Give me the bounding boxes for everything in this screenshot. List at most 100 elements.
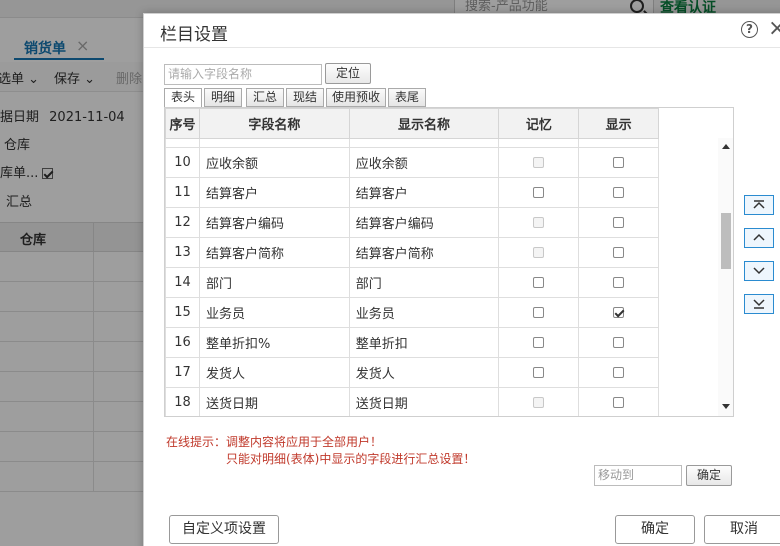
table-row[interactable]: 11 结算客户 结算客户 [165,177,733,208]
locate-button[interactable]: 定位 [325,63,371,84]
field-name-cell: 结算客户简称 [198,237,350,268]
show-checkbox[interactable] [613,217,625,228]
show-checkbox[interactable] [613,277,625,288]
memory-checkbox [533,157,545,168]
show-cell [578,147,660,178]
field-name-cell: 整单折扣% [198,327,350,358]
row-number: 14 [165,267,200,298]
table-row[interactable]: 14 部门 部门 [165,267,733,298]
field-name-cell: 部门 [198,267,350,298]
memory-cell [498,177,580,208]
show-cell [578,297,660,328]
move-to-confirm-button[interactable]: 确定 [686,465,732,486]
memory-checkbox [533,397,545,408]
move-down-button[interactable] [744,261,774,281]
tab-prepaid[interactable]: 使用预收 [326,88,386,107]
memory-checkbox[interactable] [533,367,545,378]
table-scrollbar[interactable] [718,138,733,416]
show-cell [578,387,660,416]
memory-checkbox[interactable] [533,187,545,198]
memory-cell [498,357,580,388]
show-cell [578,357,660,388]
memory-cell [498,387,580,416]
row-number: 18 [165,387,200,416]
table-header-row: 序号 字段名称 显示名称 记忆 显示 [165,108,733,139]
col-display-name: 显示名称 [348,108,500,139]
show-cell [578,237,660,268]
row-number: 10 [165,147,200,178]
table-row[interactable]: 12 结算客户编码 结算客户编码 [165,207,733,238]
tab-summary[interactable]: 汇总 [246,88,284,107]
row-number: 11 [165,177,200,208]
display-name-cell[interactable]: 结算客户编码 [348,207,500,238]
field-name-cell: 结算客户 [198,177,350,208]
custom-items-button[interactable]: 自定义项设置 [169,515,279,544]
field-name-cell: 结算客户编码 [198,207,350,238]
show-checkbox[interactable] [613,397,625,408]
cancel-button[interactable]: 取消 [704,515,780,544]
column-settings-dialog: 栏目设置 ? × 请输入字段名称 定位 表头 明细 汇总 现结 使用预收 表尾 … [143,13,780,546]
memory-cell [498,327,580,358]
memory-checkbox[interactable] [533,277,545,288]
show-cell [578,207,660,238]
fields-table: 序号 字段名称 显示名称 记忆 显示 10 应收余额 应收余额 11 结算客户 结算客户 1… [164,107,734,417]
scroll-down-icon[interactable] [722,404,730,409]
show-checkbox[interactable] [613,187,625,198]
chevron-up-icon [753,233,765,241]
close-icon[interactable]: × [768,16,780,41]
show-checkbox[interactable] [613,157,625,168]
show-checkbox[interactable] [613,247,625,258]
memory-checkbox[interactable] [533,307,545,318]
show-checkbox[interactable] [613,307,625,318]
move-top-icon [753,200,765,209]
memory-cell [498,207,580,238]
memory-checkbox [533,247,545,258]
table-row-partial [165,138,733,148]
memory-checkbox[interactable] [533,337,545,348]
memory-cell [498,267,580,298]
field-name-cell: 送货日期 [198,387,350,416]
col-show: 显示 [578,108,660,139]
table-row[interactable]: 17 发货人 发货人 [165,357,733,388]
field-name-cell: 应收余额 [198,147,350,178]
memory-checkbox [533,217,545,228]
chevron-down-icon [753,267,765,275]
table-row[interactable]: 18 送货日期 送货日期 [165,387,733,416]
col-memory: 记忆 [498,108,580,139]
tab-header[interactable]: 表头 [164,88,202,108]
show-cell [578,177,660,208]
field-search-input[interactable]: 请输入字段名称 [164,64,322,85]
show-checkbox[interactable] [613,337,625,348]
display-name-cell[interactable]: 送货日期 [348,387,500,416]
scroll-thumb[interactable] [721,213,731,269]
table-row[interactable]: 16 整单折扣% 整单折扣 [165,327,733,358]
table-row[interactable]: 10 应收余额 应收余额 [165,147,733,178]
row-number: 13 [165,237,200,268]
col-no: 序号 [165,108,200,139]
display-name-cell[interactable]: 整单折扣 [348,327,500,358]
col-field-name: 字段名称 [198,108,350,139]
tab-footer[interactable]: 表尾 [388,88,426,107]
field-name-cell: 业务员 [198,297,350,328]
row-number: 16 [165,327,200,358]
display-name-cell[interactable]: 结算客户简称 [348,237,500,268]
tab-cash[interactable]: 现结 [286,88,324,107]
move-to-top-button[interactable] [744,195,774,215]
move-to-input[interactable]: 移动到 [594,465,682,486]
scroll-up-icon[interactable] [722,144,730,149]
row-number: 17 [165,357,200,388]
display-name-cell[interactable]: 发货人 [348,357,500,388]
move-up-button[interactable] [744,228,774,248]
display-name-cell[interactable]: 业务员 [348,297,500,328]
memory-cell [498,237,580,268]
move-to-bottom-button[interactable] [744,294,774,314]
tab-detail[interactable]: 明细 [204,88,242,107]
display-name-cell[interactable]: 部门 [348,267,500,298]
display-name-cell[interactable]: 结算客户 [348,177,500,208]
show-checkbox[interactable] [613,367,625,378]
ok-button[interactable]: 确定 [615,515,695,544]
table-row[interactable]: 13 结算客户简称 结算客户简称 [165,237,733,268]
table-row[interactable]: 15 业务员 业务员 [165,297,733,328]
display-name-cell[interactable]: 应收余额 [348,147,500,178]
help-icon[interactable]: ? [741,21,758,38]
